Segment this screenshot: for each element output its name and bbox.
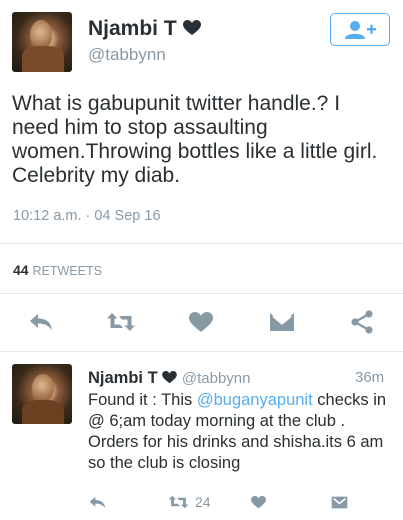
mention-link[interactable]: @buganyapunit [197, 391, 313, 409]
reply-icon [30, 314, 52, 330]
display-name-row: Njambi T [88, 17, 201, 41]
reply-retweet-button[interactable]: 24 [168, 492, 211, 512]
reply-text-start: Found it : This [88, 391, 197, 409]
divider [0, 351, 403, 352]
follow-button[interactable] [330, 13, 390, 46]
retweet-stats[interactable]: 44 RETWEETS [13, 262, 102, 278]
share-button[interactable] [346, 308, 378, 336]
like-button[interactable] [185, 308, 217, 336]
retweet-icon [168, 495, 189, 509]
retweet-icon [107, 313, 135, 331]
display-name[interactable]: Njambi T [88, 17, 177, 40]
message-button[interactable] [266, 308, 298, 336]
share-icon [351, 310, 373, 334]
heart-emoji-icon [182, 20, 201, 35]
reply-icon [89, 496, 105, 508]
like-icon [189, 311, 213, 332]
divider [0, 293, 403, 294]
reply-time[interactable]: 36m [355, 369, 384, 386]
reply-header: Njambi T @tabbynn [88, 368, 250, 389]
divider [0, 243, 403, 244]
reply-avatar[interactable] [12, 364, 72, 424]
message-icon [270, 313, 294, 331]
reply-retweet-count: 24 [195, 494, 211, 510]
like-icon [250, 495, 266, 508]
retweet-count: 44 [13, 262, 29, 278]
reply-text: Found it : This @buganyapunit checks in … [88, 390, 393, 474]
tweet-timestamp[interactable]: 10:12 a.m. · 04 Sep 16 [13, 208, 161, 224]
heart-emoji-icon [162, 371, 178, 384]
message-icon [331, 496, 347, 508]
add-user-icon [345, 20, 376, 39]
reply-display-name[interactable]: Njambi T [88, 369, 158, 387]
handle[interactable]: @tabbynn [88, 45, 166, 65]
reply-like-button[interactable] [248, 492, 268, 512]
retweet-button[interactable] [104, 308, 138, 336]
tweet-text: What is gabupunit twitter handle.? I nee… [12, 92, 378, 187]
retweet-label: RETWEETS [32, 264, 102, 278]
reply-reply-button[interactable] [86, 492, 108, 512]
reply-message-button[interactable] [328, 492, 350, 512]
reply-button[interactable] [26, 308, 56, 336]
reply-handle[interactable]: @tabbynn [182, 370, 251, 387]
avatar[interactable] [12, 12, 72, 72]
